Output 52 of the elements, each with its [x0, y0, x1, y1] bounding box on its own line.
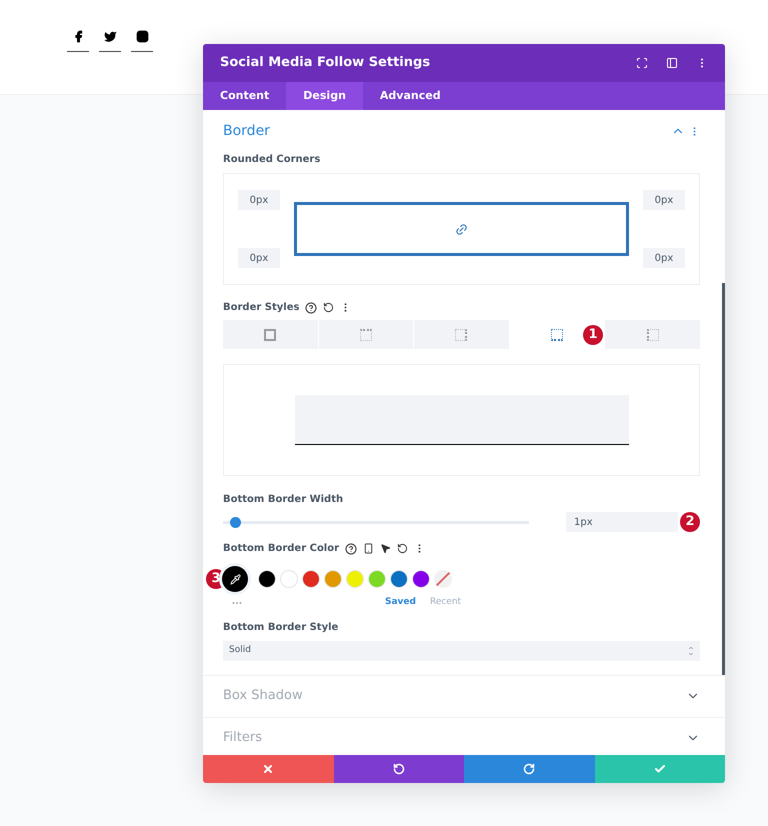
- slider-thumb[interactable]: [230, 516, 242, 528]
- color-swatch[interactable]: [368, 570, 386, 588]
- check-icon: [654, 762, 666, 774]
- field-label: Bottom Border Style: [223, 620, 340, 634]
- border-side-icon: [264, 328, 276, 340]
- tab[interactable]: Content: [203, 82, 286, 110]
- color-swatch[interactable]: [346, 570, 364, 588]
- close-icon: [262, 762, 274, 774]
- color-swatch[interactable]: [302, 570, 320, 588]
- corner-input[interactable]: 0px: [643, 190, 685, 210]
- border-side-icon: [646, 328, 659, 340]
- field-label: Rounded Corners: [223, 153, 322, 167]
- tab[interactable]: Design: [286, 82, 363, 110]
- eyedropper-icon: [230, 574, 240, 584]
- border-side-icon: [455, 328, 468, 340]
- color-swatch[interactable]: [324, 570, 342, 588]
- scrollbar[interactable]: [722, 283, 725, 675]
- field-label: Border Styles: [223, 301, 300, 315]
- width-input[interactable]: 1px: [566, 512, 678, 532]
- step-marker: 2: [680, 512, 700, 532]
- color-swatch[interactable]: [258, 570, 276, 588]
- close-button[interactable]: [203, 754, 334, 782]
- redo-button[interactable]: [464, 754, 594, 782]
- color-picker-button[interactable]: [222, 566, 248, 592]
- tab[interactable]: Advanced: [362, 82, 458, 110]
- border-side-icon: [551, 328, 564, 340]
- border-side-tab[interactable]: [223, 320, 318, 349]
- panel-title: Social Media Follow Settings: [220, 54, 432, 72]
- corner-input[interactable]: 0px: [238, 248, 280, 268]
- color-swatch[interactable]: [390, 570, 408, 588]
- color-swatch[interactable]: [412, 570, 430, 588]
- sidebar-icon[interactable]: [666, 57, 678, 69]
- help-icon[interactable]: [345, 542, 358, 554]
- corner-input[interactable]: 0px: [643, 248, 685, 268]
- undo-button[interactable]: [334, 754, 464, 782]
- section-title[interactable]: Border: [223, 120, 671, 142]
- focus-icon[interactable]: [636, 57, 648, 69]
- color-swatch[interactable]: [280, 570, 298, 588]
- phone-icon[interactable]: [363, 543, 374, 554]
- undo-icon: [392, 762, 405, 774]
- field-label: Bottom Border Width: [223, 493, 344, 507]
- corner-input[interactable]: 0px: [238, 190, 280, 210]
- no-color-icon[interactable]: [434, 570, 452, 588]
- palette-tab[interactable]: Saved: [385, 596, 416, 610]
- reset-icon[interactable]: [397, 543, 408, 554]
- field-label: Bottom Border Color: [223, 542, 340, 556]
- border-side-icon: [360, 328, 372, 340]
- pointer-icon[interactable]: [380, 543, 392, 554]
- help-icon[interactable]: [305, 302, 318, 314]
- redo-icon: [523, 762, 536, 774]
- reset-icon[interactable]: [323, 302, 334, 313]
- style-select[interactable]: Solid: [223, 640, 700, 660]
